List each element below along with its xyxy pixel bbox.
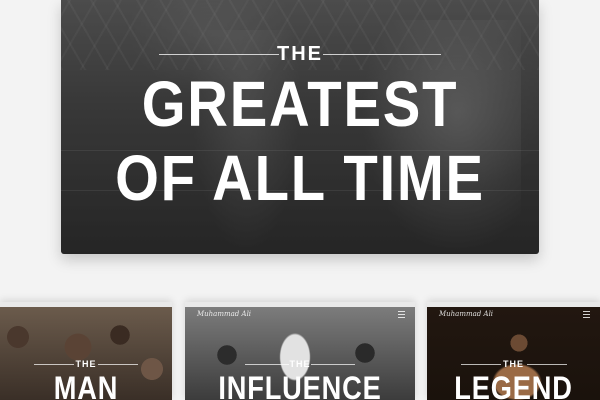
signature-logo[interactable]: Muhammad Ali [439,310,493,318]
card-the-man[interactable]: THE MAN [0,302,172,400]
card-the-legend[interactable]: Muhammad Ali THE LEGEND [427,302,600,400]
card-title: LEGEND [454,370,573,400]
hero-title-line2: OF ALL TIME [115,142,485,214]
card-title: INFLUENCE [218,370,382,400]
hero-title-line1: GREATEST [141,68,459,140]
hamburger-menu-icon[interactable] [583,311,590,318]
signature-logo[interactable]: Muhammad Ali [197,310,251,318]
hero-card[interactable]: THE GREATEST OF ALL TIME [61,0,539,254]
card-title: MAN [53,370,119,400]
hero-kicker: THE [277,43,323,65]
card-kicker: THE [75,359,97,369]
card-kicker: THE [503,359,524,369]
card-the-influence[interactable]: Muhammad Ali THE INFLUENCE [185,302,415,400]
card-kicker: THE [289,359,311,369]
hamburger-menu-icon[interactable] [398,311,405,318]
